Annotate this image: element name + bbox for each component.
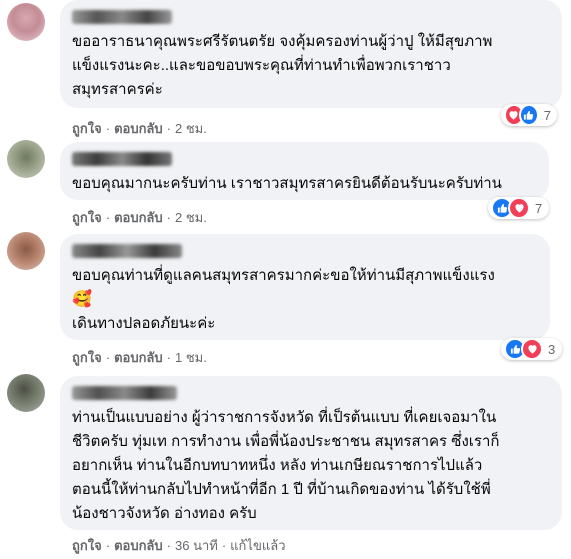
heart-icon xyxy=(508,197,530,219)
comment-time[interactable]: 2 ชม. xyxy=(175,121,207,136)
avatar[interactable] xyxy=(7,140,45,178)
author-name[interactable] xyxy=(72,244,182,258)
separator-dot: · xyxy=(166,210,171,225)
edited-label: แก้ไขแล้ว xyxy=(230,538,286,553)
avatar[interactable] xyxy=(7,3,45,41)
comment-text: ขออาราธนาคุณพระศรีรัตนตรัย จงคุ้มครองท่า… xyxy=(72,33,493,98)
reaction-count: 7 xyxy=(535,200,543,216)
comment-bubble: ท่านเป็นแบบอย่าง ผู้ว่าราชการจังหวัด ที่… xyxy=(60,376,562,530)
separator-dot: · xyxy=(105,538,111,553)
smiling-face-hearts-icon: 🥰 xyxy=(72,291,92,308)
separator-dot: · xyxy=(166,538,171,553)
separator-dot: · xyxy=(105,210,111,225)
reply-link[interactable]: ตอบกลับ xyxy=(114,350,163,365)
like-link[interactable]: ถูกใจ xyxy=(72,210,102,225)
comment-actions: ถูกใจ · ตอบกลับ · 2 ชม. xyxy=(72,209,207,227)
reaction-summary[interactable]: 7 xyxy=(501,104,557,126)
reaction-count: 7 xyxy=(543,107,551,123)
reply-link[interactable]: ตอบกลับ xyxy=(114,210,163,225)
reaction-summary[interactable]: 7 xyxy=(488,197,549,219)
comment-text-continued: เดินทางปลอดภัยนะค่ะ xyxy=(72,315,216,332)
separator-dot: · xyxy=(105,121,111,136)
author-name[interactable] xyxy=(72,152,172,166)
reaction-count: 3 xyxy=(548,341,556,357)
comment-time[interactable]: 36 นาที xyxy=(175,538,218,553)
author-name[interactable] xyxy=(72,10,172,24)
comment-time[interactable]: 1 ชม. xyxy=(175,350,207,365)
separator-dot: · xyxy=(105,350,111,365)
like-link[interactable]: ถูกใจ xyxy=(72,350,102,365)
like-link[interactable]: ถูกใจ xyxy=(72,121,102,136)
reply-link[interactable]: ตอบกลับ xyxy=(114,121,163,136)
comment-bubble: ขอบคุณท่านที่ดูแลคนสมุทรสาครมากค่ะขอให้ท… xyxy=(60,234,550,340)
thumbs-up-icon xyxy=(518,104,539,126)
reply-link[interactable]: ตอบกลับ xyxy=(114,538,163,553)
comment-bubble: ขอบคุณมากนะครับท่าน เราชาวสมุทรสาครยินดี… xyxy=(60,142,549,200)
reaction-summary[interactable]: 3 xyxy=(501,338,562,360)
separator-dot: · xyxy=(221,538,227,553)
heart-icon xyxy=(521,338,543,360)
avatar[interactable] xyxy=(7,374,45,412)
comment-bubble: ขออาราธนาคุณพระศรีรัตนตรัย จงคุ้มครองท่า… xyxy=(60,0,562,108)
comment-actions: ถูกใจ · ตอบกลับ · 2 ชม. xyxy=(72,120,207,138)
comment-time[interactable]: 2 ชม. xyxy=(175,210,207,225)
comment-actions: ถูกใจ · ตอบกลับ · 1 ชม. xyxy=(72,349,207,367)
comment-text: ขอบคุณมากนะครับท่าน เราชาวสมุทรสาครยินดี… xyxy=(72,175,502,192)
author-name[interactable] xyxy=(72,386,177,400)
avatar[interactable] xyxy=(7,232,45,270)
comment-actions: ถูกใจ · ตอบกลับ · 36 นาที · แก้ไขแล้ว xyxy=(72,537,286,555)
separator-dot: · xyxy=(166,121,171,136)
comment-text: ขอบคุณท่านที่ดูแลคนสมุทรสาครมากค่ะขอให้ท… xyxy=(72,267,495,284)
like-link[interactable]: ถูกใจ xyxy=(72,538,102,553)
separator-dot: · xyxy=(166,350,171,365)
comment-text: ท่านเป็นแบบอย่าง ผู้ว่าราชการจังหวัด ที่… xyxy=(72,409,500,522)
